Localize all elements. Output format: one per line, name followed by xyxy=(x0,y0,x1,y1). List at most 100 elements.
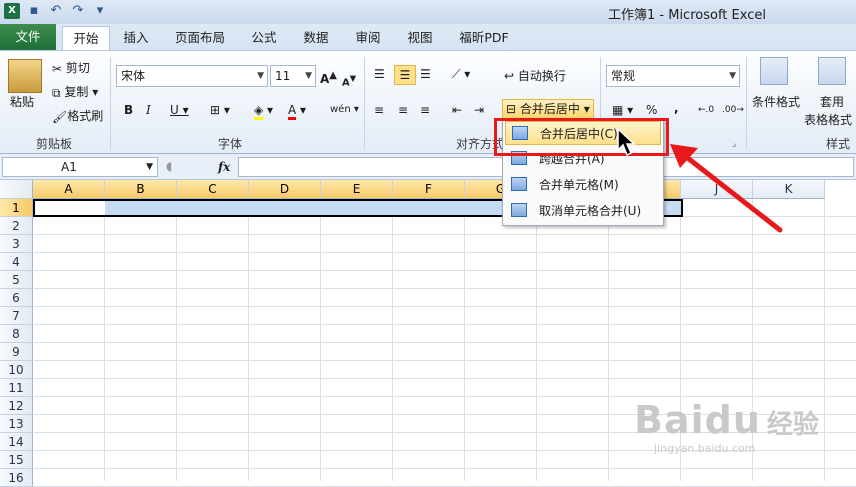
quick-access-toolbar: X ▪ ↶ ↷ ▾ xyxy=(4,3,108,19)
fill-color-button[interactable]: ◈ ▾ xyxy=(254,101,273,120)
decrease-indent-icon[interactable]: ⇤ xyxy=(452,101,462,119)
paste-button[interactable]: 粘贴 xyxy=(10,93,34,111)
chevron-down-icon: ▼ xyxy=(305,71,312,81)
copy-button[interactable]: ⧉ 复制 ▾ xyxy=(52,83,98,102)
menu-item-unmerge-cells[interactable]: 取消单元格合并(U) xyxy=(505,199,661,223)
decrease-decimal-button[interactable]: .00→ xyxy=(722,101,744,119)
excel-app-icon[interactable]: X xyxy=(4,3,20,19)
row-header[interactable]: 2 xyxy=(0,217,33,235)
font-size-combo[interactable]: 11 ▼ xyxy=(270,65,316,87)
undo-icon[interactable]: ↶ xyxy=(48,3,64,19)
row-header[interactable]: 5 xyxy=(0,271,33,289)
align-center-icon[interactable]: ≡ xyxy=(398,101,408,119)
row-header[interactable]: 10 xyxy=(0,361,33,379)
column-header[interactable]: D xyxy=(249,180,321,199)
column-header[interactable]: F xyxy=(393,180,465,199)
row-header[interactable]: 4 xyxy=(0,253,33,271)
font-name-combo[interactable]: 宋体 ▼ xyxy=(116,65,268,87)
phonetic-button[interactable]: wén ▾ xyxy=(330,101,359,119)
select-all-corner[interactable] xyxy=(0,180,33,199)
insert-function-button[interactable]: fx xyxy=(218,158,230,176)
grow-font-button[interactable]: A▲ xyxy=(320,67,337,88)
font-color-icon: A xyxy=(288,103,297,120)
redo-icon[interactable]: ↷ xyxy=(70,3,86,19)
border-button[interactable]: ⊞ ▾ xyxy=(210,101,230,119)
conditional-format-button[interactable]: 条件格式 xyxy=(752,93,800,111)
merge-center-button[interactable]: ⊟ 合并后居中 ▾ xyxy=(502,99,594,119)
align-bottom-icon[interactable]: ☰ xyxy=(420,65,431,83)
comma-button[interactable]: , xyxy=(674,99,679,117)
tab-formulas[interactable]: 公式 xyxy=(244,26,284,50)
wrap-text-button[interactable]: ↩ 自动换行 xyxy=(504,67,566,85)
shrink-font-button[interactable]: A▼ xyxy=(342,69,356,92)
menu-item-merge-cells[interactable]: 合并单元格(M) xyxy=(505,173,661,197)
column-header[interactable]: C xyxy=(177,180,249,199)
conditional-format-icon[interactable] xyxy=(760,57,788,85)
font-name-value: 宋体 xyxy=(121,69,146,83)
save-icon[interactable]: ▪ xyxy=(26,3,42,19)
italic-button[interactable]: I xyxy=(146,101,151,119)
table-format-label-1[interactable]: 套用 xyxy=(820,93,844,111)
separator xyxy=(746,57,747,149)
row-header[interactable]: 1 xyxy=(0,199,33,217)
percent-button[interactable]: % xyxy=(646,101,657,119)
paste-icon[interactable] xyxy=(8,59,42,93)
row-header[interactable]: 7 xyxy=(0,307,33,325)
align-right-icon[interactable]: ≡ xyxy=(420,101,430,119)
chevron-down-icon: ▼ xyxy=(257,71,264,81)
tab-file[interactable]: 文件 xyxy=(0,24,56,50)
row-header[interactable]: 3 xyxy=(0,235,33,253)
tab-home[interactable]: 开始 xyxy=(62,26,110,51)
row-header[interactable]: 13 xyxy=(0,415,33,433)
orientation-button[interactable]: ⟋ ▾ xyxy=(452,65,470,83)
row-header[interactable]: 6 xyxy=(0,289,33,307)
increase-indent-icon[interactable]: ⇥ xyxy=(474,101,484,119)
copy-label: 复制 xyxy=(64,85,89,99)
formula-bar-handle-icon[interactable]: ◖ xyxy=(166,157,172,175)
ribbon: 粘贴 ✂ 剪切 ⧉ 复制 ▾ 🖌格式刷 剪贴板 宋体 ▼ 11 ▼ A▲ A▼ B … xyxy=(0,50,856,154)
table-format-label-2[interactable]: 表格格式 xyxy=(804,111,852,129)
tab-foxit-pdf[interactable]: 福昕PDF xyxy=(452,26,516,50)
row-header[interactable]: 15 xyxy=(0,451,33,469)
name-box[interactable]: A1 ▼ xyxy=(2,157,158,177)
tab-review[interactable]: 审阅 xyxy=(348,26,388,50)
customize-qat-icon[interactable]: ▾ xyxy=(92,3,108,19)
accounting-format-button[interactable]: ▦ ▾ xyxy=(612,101,633,119)
align-middle-icon[interactable]: ☰ xyxy=(394,65,416,85)
font-color-button[interactable]: A ▾ xyxy=(288,101,306,120)
row-header[interactable]: 11 xyxy=(0,379,33,397)
column-header[interactable]: B xyxy=(105,180,177,199)
row-header[interactable]: 8 xyxy=(0,325,33,343)
title-bar: X ▪ ↶ ↷ ▾ 工作簿1 - Microsoft Excel xyxy=(0,0,856,24)
tab-view[interactable]: 视图 xyxy=(400,26,440,50)
tab-page-layout[interactable]: 页面布局 xyxy=(164,26,236,50)
column-header[interactable]: E xyxy=(321,180,393,199)
bold-button[interactable]: B xyxy=(124,101,133,119)
number-format-combo[interactable]: 常规 ▼ xyxy=(606,65,740,87)
menu-item-label: 合并单元格(M) xyxy=(539,178,619,192)
scissors-icon: ✂ xyxy=(52,61,63,76)
align-left-icon[interactable]: ≡ xyxy=(374,101,384,119)
active-cell-a1[interactable] xyxy=(35,201,105,215)
gridline xyxy=(104,199,105,481)
gridline xyxy=(33,360,856,361)
copy-icon: ⧉ xyxy=(52,85,61,100)
watermark-url: jingyan.baidu.com xyxy=(654,442,756,455)
align-top-icon[interactable]: ☰ xyxy=(374,65,385,83)
row-header[interactable]: 12 xyxy=(0,397,33,415)
format-painter-button[interactable]: 🖌格式刷 xyxy=(52,107,103,126)
table-format-icon[interactable] xyxy=(818,57,846,85)
column-header[interactable]: A xyxy=(33,180,105,199)
gridline xyxy=(248,199,249,481)
tab-insert[interactable]: 插入 xyxy=(114,26,158,50)
gridline xyxy=(608,199,609,481)
row-header[interactable]: 14 xyxy=(0,433,33,451)
gridline xyxy=(33,378,856,379)
increase-decimal-button[interactable]: ←.0 xyxy=(698,101,714,119)
merge-cells-icon xyxy=(511,177,527,191)
underline-button[interactable]: U ▾ xyxy=(170,101,189,119)
tab-data[interactable]: 数据 xyxy=(296,26,336,50)
cut-button[interactable]: ✂ 剪切 xyxy=(52,59,90,78)
row-header[interactable]: 16 xyxy=(0,469,33,487)
row-header[interactable]: 9 xyxy=(0,343,33,361)
